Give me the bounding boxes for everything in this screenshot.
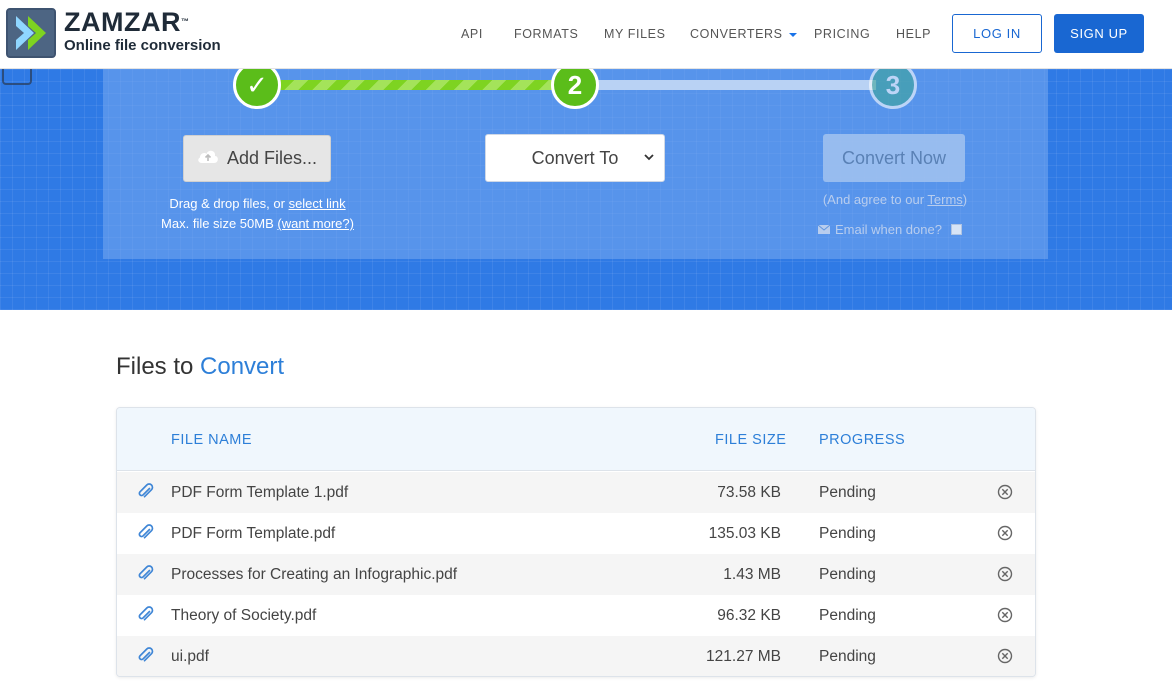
header-file-size: FILE SIZE [715,432,787,448]
chevron-down-icon [644,153,654,164]
add-files-button[interactable]: Add Files... [183,135,331,182]
signup-button[interactable]: SIGN UP [1054,14,1144,53]
table-header: FILE NAME FILE SIZE PROGRESS [117,408,1035,471]
files-section-title: Files to Convert [116,353,285,380]
remove-file-icon[interactable] [997,566,1013,587]
table-row: Processes for Creating an Infographic.pd… [117,554,1035,595]
select-link[interactable]: select link [289,196,346,211]
email-label: Email when done? [835,222,942,237]
table-row: ui.pdf 121.27 MB Pending [117,636,1035,676]
file-name-cell: Theory of Society.pdf [171,607,317,624]
progress-cell: Pending [819,648,876,665]
progress-track-complete [280,80,560,90]
paperclip-icon [137,524,155,547]
file-size-cell: 96.32 KB [717,607,781,624]
table-row: PDF Form Template.pdf 135.03 KB Pending [117,513,1035,554]
login-button[interactable]: LOG IN [952,14,1042,53]
nav-my-files[interactable]: MY FILES [604,27,666,41]
brand-tagline: Online file conversion [64,37,221,54]
header-progress: PROGRESS [819,432,906,448]
nav-converters-label: CONVERTERS [690,27,783,41]
agree-terms-text: (And agree to our Terms) [822,192,968,207]
paperclip-icon [137,565,155,588]
convert-to-select[interactable]: Convert To [485,134,665,182]
caret-down-icon [788,32,797,37]
header-file-name: FILE NAME [171,432,253,448]
terms-link[interactable]: Terms [927,192,962,207]
file-size-cell: 1.43 MB [723,566,781,583]
table-row: Theory of Society.pdf 96.32 KB Pending [117,595,1035,636]
progress-cell: Pending [819,525,876,542]
remove-file-icon[interactable] [997,484,1013,505]
file-name-cell: PDF Form Template 1.pdf [171,484,349,501]
envelope-icon [817,223,831,237]
file-size-cell: 121.27 MB [706,648,781,665]
progress-cell: Pending [819,566,876,583]
file-name-cell: PDF Form Template.pdf [171,525,336,542]
paperclip-icon [137,483,155,506]
want-more-link[interactable]: (want more?) [277,216,354,231]
paperclip-icon [137,606,155,629]
paperclip-icon [137,647,155,670]
file-name-cell: ui.pdf [171,648,209,665]
nav-pricing[interactable]: PRICING [814,27,870,41]
table-row: PDF Form Template 1.pdf 73.58 KB Pending [117,472,1035,513]
max-size-label: Max. file size 50MB [161,216,278,231]
nav-converters[interactable]: CONVERTERS [690,27,797,41]
progress-cell: Pending [819,484,876,501]
zamzar-logo[interactable]: ZAMZAR™ Online file conversion [6,8,221,58]
cloud-upload-icon [197,148,219,169]
remove-file-icon[interactable] [997,607,1013,628]
email-checkbox[interactable] [950,224,962,235]
logo-arrows-icon [6,8,56,58]
nav-formats[interactable]: FORMATS [514,27,578,41]
nav-help[interactable]: HELP [896,27,931,41]
progress-track-pending [596,80,876,90]
drag-drop-label: Drag & drop files, or [169,196,289,211]
brand-name: ZAMZAR™ [64,7,190,37]
convert-to-label: Convert To [531,147,619,168]
file-size-cell: 73.58 KB [717,484,781,501]
nav-api[interactable]: API [461,27,483,41]
converter-hero: ✓ 2 3 Add Files... Drag & drop files, or… [0,61,1172,310]
file-name-cell: Processes for Creating an Infographic.pd… [171,566,458,583]
remove-file-icon[interactable] [997,525,1013,546]
decorative-icon [2,69,32,85]
files-table: FILE NAME FILE SIZE PROGRESS PDF Form Te… [116,407,1036,677]
site-header: ZAMZAR™ Online file conversion API FORMA… [0,0,1172,69]
email-when-done: Email when done? [817,222,962,237]
remove-file-icon[interactable] [997,648,1013,669]
add-files-label: Add Files... [226,148,318,168]
drag-drop-text: Drag & drop files, or select link Max. f… [150,194,365,234]
progress-cell: Pending [819,607,876,624]
convert-now-button[interactable]: Convert Now [823,134,965,182]
file-size-cell: 135.03 KB [708,525,781,542]
